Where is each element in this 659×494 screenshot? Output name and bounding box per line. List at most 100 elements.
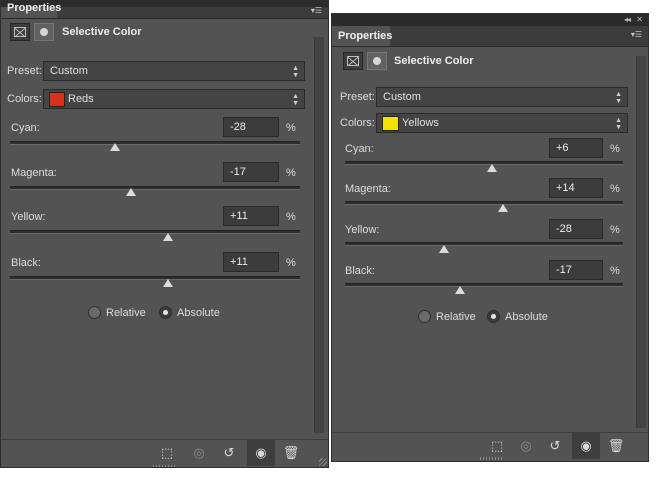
adjustment-layer-icon[interactable] xyxy=(10,23,30,41)
preset-label: Preset: xyxy=(7,65,42,77)
magenta-label: Magenta: xyxy=(345,183,391,195)
chevron-down-icon: ▼ xyxy=(292,100,299,107)
cyan-percent: % xyxy=(610,143,620,155)
eye-icon[interactable]: ◉ xyxy=(572,433,600,459)
close-icon[interactable]: ✕ xyxy=(636,14,643,26)
yellow-slider-thumb[interactable] xyxy=(439,245,449,253)
chevron-down-icon: ▼ xyxy=(615,98,622,105)
clip-to-layer-icon[interactable]: ⬚ xyxy=(483,433,511,459)
colors-label: Colors: xyxy=(340,117,375,129)
magenta-percent: % xyxy=(610,183,620,195)
absolute-label: Absolute xyxy=(177,307,220,319)
absolute-radio[interactable] xyxy=(159,306,172,319)
cyan-value-field[interactable]: +6 xyxy=(549,138,603,158)
panel-resize-corner[interactable] xyxy=(319,458,327,466)
black-slider-thumb[interactable] xyxy=(455,286,465,294)
relative-label: Relative xyxy=(106,307,146,319)
yellow-value-field[interactable]: -28 xyxy=(549,219,603,239)
preset-value: Custom xyxy=(383,91,421,103)
color-swatch xyxy=(49,91,65,107)
black-value-field[interactable]: -17 xyxy=(549,260,603,280)
panel-scrollbar[interactable] xyxy=(314,37,324,433)
preset-value: Custom xyxy=(50,65,88,77)
panel-tab-bar: Properties ▾☰ xyxy=(332,26,648,47)
preset-label: Preset: xyxy=(340,91,375,103)
cyan-slider-thumb[interactable] xyxy=(110,143,120,151)
yellow-slider-track[interactable] xyxy=(10,230,300,234)
magenta-percent: % xyxy=(286,167,296,179)
colors-value: Yellows xyxy=(402,117,439,129)
magenta-slider-thumb[interactable] xyxy=(498,204,508,212)
magenta-slider-thumb[interactable] xyxy=(126,188,136,196)
properties-panel-reds: Properties ▾☰ Selective Color Preset: Cu… xyxy=(0,0,329,468)
black-percent: % xyxy=(610,265,620,277)
panel-menu-icon[interactable]: ▾☰ xyxy=(631,30,642,39)
absolute-label: Absolute xyxy=(505,311,548,323)
tab-properties[interactable]: Properties xyxy=(1,3,61,18)
cyan-slider-track[interactable] xyxy=(345,161,623,165)
yellow-percent: % xyxy=(610,224,620,236)
layer-mask-icon[interactable] xyxy=(34,23,54,41)
yellow-label: Yellow: xyxy=(345,224,380,236)
absolute-radio[interactable] xyxy=(487,310,500,323)
magenta-label: Magenta: xyxy=(11,167,57,179)
trash-icon[interactable]: 🗑 xyxy=(277,440,305,466)
adjustment-title: Selective Color xyxy=(62,26,142,38)
reset-icon[interactable]: ↺ xyxy=(541,433,569,459)
view-previous-state-icon[interactable]: ◎ xyxy=(512,433,540,459)
adjustment-title: Selective Color xyxy=(394,55,474,67)
panel-menu-icon[interactable]: ▾☰ xyxy=(311,6,322,15)
adjustment-header: Selective Color xyxy=(332,51,648,73)
relative-radio[interactable] xyxy=(88,306,101,319)
colors-dropdown[interactable]: Yellows ▲ ▼ xyxy=(376,113,628,133)
black-label: Black: xyxy=(345,265,375,277)
colors-label: Colors: xyxy=(7,93,42,105)
reset-icon[interactable]: ↺ xyxy=(215,440,243,466)
yellow-slider-thumb[interactable] xyxy=(163,233,173,241)
relative-radio[interactable] xyxy=(418,310,431,323)
black-value-field[interactable]: +11 xyxy=(223,252,279,272)
view-previous-state-icon[interactable]: ◎ xyxy=(185,440,213,466)
cyan-value-field[interactable]: -28 xyxy=(223,117,279,137)
properties-panel-yellows: ◂◂ ✕ Properties ▾☰ Selective Color Prese… xyxy=(331,13,649,462)
panel-scrollbar[interactable] xyxy=(636,56,646,428)
panel-top-bar: ◂◂ ✕ xyxy=(332,14,648,26)
yellow-label: Yellow: xyxy=(11,211,46,223)
panel-tab-bar: Properties ▾☰ xyxy=(1,3,328,19)
yellow-percent: % xyxy=(286,211,296,223)
cyan-percent: % xyxy=(286,122,296,134)
panel-resize-grip[interactable] xyxy=(480,457,502,460)
cyan-label: Cyan: xyxy=(11,122,40,134)
adjustment-layer-icon[interactable] xyxy=(343,52,363,70)
preset-dropdown[interactable]: Custom ▲ ▼ xyxy=(376,87,628,107)
cyan-slider-thumb[interactable] xyxy=(487,164,497,172)
panel-resize-grip[interactable] xyxy=(153,465,175,467)
colors-dropdown[interactable]: Reds ▲ ▼ xyxy=(43,89,305,109)
black-slider-track[interactable] xyxy=(10,276,300,280)
magenta-slider-track[interactable] xyxy=(10,186,300,190)
tab-properties[interactable]: Properties xyxy=(332,26,392,46)
panel-bottom-toolbar: ⬚ ◎ ↺ ◉ 🗑 xyxy=(1,439,328,466)
collapse-icon[interactable]: ◂◂ xyxy=(624,14,631,26)
preset-dropdown[interactable]: Custom ▲ ▼ xyxy=(43,61,305,81)
black-slider-thumb[interactable] xyxy=(163,279,173,287)
magenta-value-field[interactable]: +14 xyxy=(549,178,603,198)
trash-icon[interactable]: 🗑 xyxy=(602,433,630,459)
yellow-slider-track[interactable] xyxy=(345,242,623,246)
magenta-value-field[interactable]: -17 xyxy=(223,162,279,182)
chevron-down-icon: ▼ xyxy=(615,124,622,131)
layer-mask-icon[interactable] xyxy=(367,52,387,70)
clip-to-layer-icon[interactable]: ⬚ xyxy=(153,440,181,466)
cyan-slider-track[interactable] xyxy=(10,141,300,145)
eye-icon[interactable]: ◉ xyxy=(247,440,275,466)
black-label: Black: xyxy=(11,257,41,269)
colors-value: Reds xyxy=(68,93,94,105)
adjustment-header: Selective Color xyxy=(1,22,328,44)
panel-bottom-toolbar: ⬚ ◎ ↺ ◉ 🗑 xyxy=(332,432,648,459)
magenta-slider-track[interactable] xyxy=(345,201,623,205)
yellow-value-field[interactable]: +11 xyxy=(223,206,279,226)
chevron-down-icon: ▼ xyxy=(292,72,299,79)
black-slider-track[interactable] xyxy=(345,283,623,287)
black-percent: % xyxy=(286,257,296,269)
cyan-label: Cyan: xyxy=(345,143,374,155)
